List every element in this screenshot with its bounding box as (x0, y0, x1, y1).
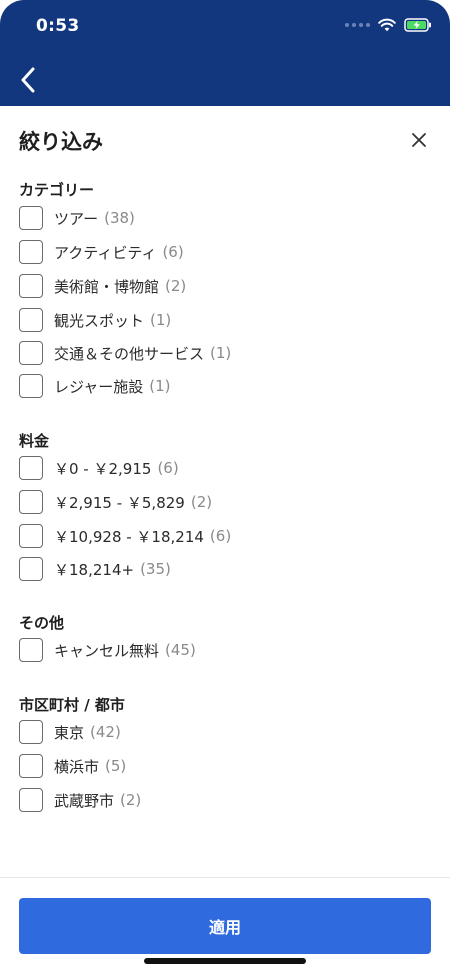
option-label: ￥0 - ￥2,915 (54, 459, 152, 478)
chevron-left-icon (21, 67, 35, 93)
panel-title-row: 絞り込み (0, 106, 450, 174)
page-title: 絞り込み (19, 130, 103, 154)
filter-option[interactable]: ￥10,928 - ￥18,214 (6) (19, 523, 231, 549)
option-count: (2) (165, 277, 187, 295)
option-count: (6) (162, 243, 184, 261)
filter-option[interactable]: ￥2,915 - ￥5,829 (2) (19, 489, 212, 515)
option-count: (2) (120, 791, 142, 809)
filter-option[interactable]: レジャー施設 (1) (19, 373, 171, 399)
checkbox[interactable] (19, 341, 43, 365)
option-label: 観光スポット (54, 311, 145, 330)
checkbox[interactable] (19, 274, 43, 298)
option-label: アクティビティ (54, 243, 157, 262)
checkbox[interactable] (19, 788, 43, 812)
filter-option[interactable]: 横浜市 (5) (19, 753, 126, 779)
checkbox[interactable] (19, 638, 43, 662)
option-count: (45) (165, 641, 196, 659)
checkbox[interactable] (19, 557, 43, 581)
footer-divider (0, 877, 450, 878)
option-label: ￥18,214+ (54, 560, 135, 579)
option-label: レジャー施設 (54, 377, 144, 396)
option-label: 武蔵野市 (54, 791, 115, 810)
filter-option[interactable]: アクティビティ (6) (19, 239, 184, 265)
cellular-signal-icon (345, 23, 370, 27)
section-title-category: カテゴリー (19, 181, 95, 199)
filter-option[interactable]: 武蔵野市 (2) (19, 787, 141, 813)
filter-option[interactable]: ￥0 - ￥2,915 (6) (19, 455, 179, 481)
option-label: キャンセル無料 (54, 641, 160, 660)
option-label: ￥2,915 - ￥5,829 (54, 493, 185, 512)
option-count: (1) (150, 311, 172, 329)
close-icon (412, 133, 426, 147)
checkbox[interactable] (19, 206, 43, 230)
checkbox[interactable] (19, 308, 43, 332)
option-label: 美術館・博物館 (54, 277, 160, 296)
app-header: 0:53 (0, 0, 450, 106)
battery-charging-icon (404, 18, 431, 32)
option-label: ツアー (54, 209, 99, 228)
option-label: 横浜市 (54, 757, 100, 776)
checkbox[interactable] (19, 374, 43, 398)
checkbox[interactable] (19, 720, 43, 744)
filter-option[interactable]: キャンセル無料 (45) (19, 637, 196, 663)
option-count: (42) (90, 723, 121, 741)
option-count: (38) (104, 209, 135, 227)
status-time: 0:53 (36, 16, 80, 36)
option-count: (2) (190, 493, 213, 511)
filter-option[interactable]: 交通＆その他サービス (1) (19, 340, 231, 366)
home-indicator (144, 958, 306, 964)
option-label: 交通＆その他サービス (54, 344, 205, 363)
checkbox[interactable] (19, 240, 43, 264)
section-title-other: その他 (19, 614, 65, 632)
option-count: (1) (210, 344, 232, 362)
close-button[interactable] (405, 126, 433, 154)
filter-option[interactable]: ￥18,214+ (35) (19, 556, 171, 582)
section-title-price: 料金 (19, 432, 50, 450)
apply-button[interactable]: 適用 (19, 898, 431, 954)
filter-option[interactable]: 東京 (42) (19, 719, 121, 745)
option-count: (1) (149, 377, 171, 395)
checkbox[interactable] (19, 456, 43, 480)
status-icons (345, 18, 432, 32)
section-title-city: 市区町村 / 都市 (19, 696, 125, 714)
checkbox[interactable] (19, 490, 43, 514)
wifi-icon (378, 18, 396, 32)
checkbox[interactable] (19, 524, 43, 548)
filter-option[interactable]: 観光スポット (1) (19, 307, 171, 333)
option-label: 東京 (54, 723, 85, 742)
option-label: ￥10,928 - ￥18,214 (54, 527, 204, 546)
option-count: (5) (105, 757, 127, 775)
option-count: (6) (209, 527, 232, 545)
filter-option[interactable]: ツアー (38) (19, 205, 135, 231)
option-count: (6) (157, 459, 179, 477)
back-button[interactable] (12, 64, 44, 96)
option-count: (35) (140, 560, 171, 578)
checkbox[interactable] (19, 754, 43, 778)
filter-option[interactable]: 美術館・博物館 (2) (19, 273, 186, 299)
